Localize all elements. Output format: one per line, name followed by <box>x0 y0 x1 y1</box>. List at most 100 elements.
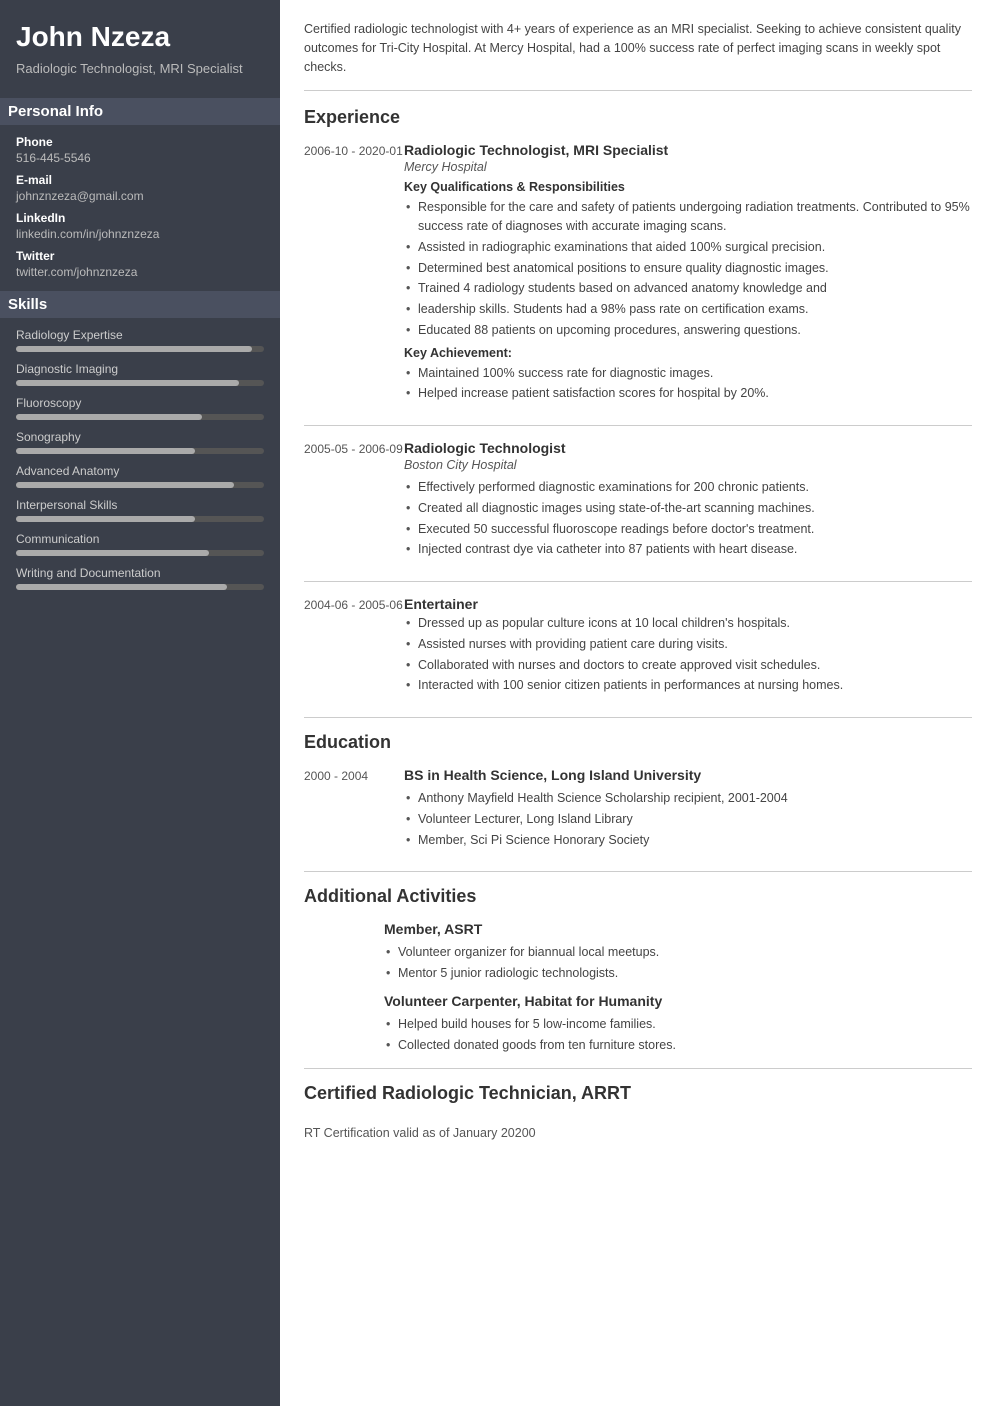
activity-bullets: Helped build houses for 5 low-income fam… <box>384 1015 972 1055</box>
activity-bullet: Mentor 5 junior radiologic technologists… <box>384 964 972 983</box>
job-achievement-bullets: Maintained 100% success rate for diagnos… <box>404 364 972 404</box>
skill-bar <box>16 448 195 454</box>
cert-text: RT Certification valid as of January 202… <box>304 1118 972 1148</box>
skill-bar <box>16 584 227 590</box>
skill-bar-container <box>16 414 264 420</box>
contact-value: johnznzeza@gmail.com <box>16 189 264 203</box>
job-bullet: Created all diagnostic images using stat… <box>404 499 972 518</box>
skill-name: Interpersonal Skills <box>16 498 264 512</box>
contact-value: linkedin.com/in/johnznzeza <box>16 227 264 241</box>
skill-bar <box>16 380 239 386</box>
contact-label: Phone <box>16 135 264 149</box>
job-bullet: Assisted in radiographic examinations th… <box>404 238 972 257</box>
job-achievement-bullet: Helped increase patient satisfaction sco… <box>404 384 972 403</box>
skill-bar <box>16 482 234 488</box>
experience-list: 2006-10 - 2020-01Radiologic Technologist… <box>304 142 972 699</box>
skill-bar-container <box>16 346 264 352</box>
job-bullet: Determined best anatomical positions to … <box>404 259 972 278</box>
job-content: Entertainer Dressed up as popular culture… <box>404 596 972 699</box>
job-sub-title: Key Qualifications & Responsibilities <box>404 180 972 194</box>
job-bullets: Effectively performed diagnostic examina… <box>404 478 972 559</box>
job-bullet: Dressed up as popular culture icons at 1… <box>404 614 972 633</box>
education-block: 2000 - 2004 BS in Health Science, Long I… <box>304 767 972 853</box>
activity-bullet: Volunteer organizer for biannual local m… <box>384 943 972 962</box>
job-bullet: Injected contrast dye via catheter into … <box>404 540 972 559</box>
job-title: Radiologic Technologist, MRI Specialist <box>404 142 972 158</box>
skill-bar-container <box>16 448 264 454</box>
job-title: Radiologic Technologist <box>404 440 972 456</box>
education-bullet: Anthony Mayfield Health Science Scholars… <box>404 789 972 808</box>
education-bullets: Anthony Mayfield Health Science Scholars… <box>404 789 972 849</box>
education-bullet: Member, Sci Pi Science Honorary Society <box>404 831 972 850</box>
contacts-list: Phone 516-445-5546 E-mail johnznzeza@gmail.… <box>16 135 264 279</box>
skills-heading: Skills <box>0 291 280 318</box>
skill-name: Diagnostic Imaging <box>16 362 264 376</box>
activities-list: Member, ASRT Volunteer organizer for bian… <box>304 921 972 1054</box>
cert-heading: Certified Radiologic Technician, ARRT <box>304 1083 972 1108</box>
contact-label: LinkedIn <box>16 211 264 225</box>
additional-heading: Additional Activities <box>304 886 972 911</box>
skill-name: Communication <box>16 532 264 546</box>
job-bullets: Responsible for the care and safety of p… <box>404 198 972 339</box>
activity-title: Member, ASRT <box>384 921 972 937</box>
skill-name: Advanced Anatomy <box>16 464 264 478</box>
job-title: Entertainer <box>404 596 972 612</box>
skill-bar-container <box>16 516 264 522</box>
job-dates: 2006-10 - 2020-01 <box>304 142 404 407</box>
job-bullet: Educated 88 patients on upcoming procedu… <box>404 321 972 340</box>
experience-item: 2004-06 - 2005-06Entertainer Dressed up a… <box>304 596 972 699</box>
candidate-name: John Nzeza <box>16 20 264 54</box>
education-content: BS in Health Science, Long Island Univer… <box>404 767 972 853</box>
skill-bar-container <box>16 584 264 590</box>
contact-label: Twitter <box>16 249 264 263</box>
skill-bar <box>16 550 209 556</box>
skill-name: Radiology Expertise <box>16 328 264 342</box>
skill-name: Sonography <box>16 430 264 444</box>
skill-bar-container <box>16 380 264 386</box>
skill-bar-container <box>16 550 264 556</box>
job-bullet: leadership skills. Students had a 98% pa… <box>404 300 972 319</box>
skills-list: Radiology Expertise Diagnostic Imaging Flu… <box>16 328 264 590</box>
job-dates: 2005-05 - 2006-09 <box>304 440 404 563</box>
job-bullet: Effectively performed diagnostic examina… <box>404 478 972 497</box>
activity-title: Volunteer Carpenter, Habitat for Humanit… <box>384 993 972 1009</box>
sidebar: John Nzeza Radiologic Technologist, MRI … <box>0 0 280 1406</box>
job-bullet: Executed 50 successful fluoroscope readi… <box>404 520 972 539</box>
skill-name: Writing and Documentation <box>16 566 264 580</box>
contact-label: E-mail <box>16 173 264 187</box>
experience-item: 2006-10 - 2020-01Radiologic Technologist… <box>304 142 972 407</box>
main-content: Certified radiologic technologist with 4… <box>280 0 996 1406</box>
skill-bar <box>16 516 195 522</box>
activity-bullet: Helped build houses for 5 low-income fam… <box>384 1015 972 1034</box>
job-achievement-bullet: Maintained 100% success rate for diagnos… <box>404 364 972 383</box>
job-bullet: Interacted with 100 senior citizen patie… <box>404 676 972 695</box>
candidate-title: Radiologic Technologist, MRI Specialist <box>16 60 264 78</box>
experience-heading: Experience <box>304 107 972 132</box>
job-content: Radiologic Technologist Boston City Hospi… <box>404 440 972 563</box>
education-heading: Education <box>304 732 972 757</box>
job-content: Radiologic Technologist, MRI Specialist M… <box>404 142 972 407</box>
contact-value: twitter.com/johnznzeza <box>16 265 264 279</box>
contact-value: 516-445-5546 <box>16 151 264 165</box>
education-dates: 2000 - 2004 <box>304 767 404 853</box>
job-bullet: Assisted nurses with providing patient c… <box>404 635 972 654</box>
education-bullet: Volunteer Lecturer, Long Island Library <box>404 810 972 829</box>
experience-item: 2005-05 - 2006-09Radiologic Technologist… <box>304 440 972 563</box>
job-bullet: Collaborated with nurses and doctors to … <box>404 656 972 675</box>
job-bullet: Trained 4 radiology students based on ad… <box>404 279 972 298</box>
skill-bar <box>16 346 252 352</box>
job-bullet: Responsible for the care and safety of p… <box>404 198 972 236</box>
education-degree: BS in Health Science, Long Island Univer… <box>404 767 972 783</box>
activity-bullet: Collected donated goods from ten furnitu… <box>384 1036 972 1055</box>
skill-name: Fluoroscopy <box>16 396 264 410</box>
job-dates: 2004-06 - 2005-06 <box>304 596 404 699</box>
summary-text: Certified radiologic technologist with 4… <box>304 20 972 91</box>
skill-bar-container <box>16 482 264 488</box>
skill-bar <box>16 414 202 420</box>
job-company: Mercy Hospital <box>404 160 972 174</box>
job-achievement-title: Key Achievement: <box>404 346 972 360</box>
job-company: Boston City Hospital <box>404 458 972 472</box>
job-bullets: Dressed up as popular culture icons at 1… <box>404 614 972 695</box>
personal-info-heading: Personal Info <box>0 98 280 125</box>
activity-bullets: Volunteer organizer for biannual local m… <box>384 943 972 983</box>
